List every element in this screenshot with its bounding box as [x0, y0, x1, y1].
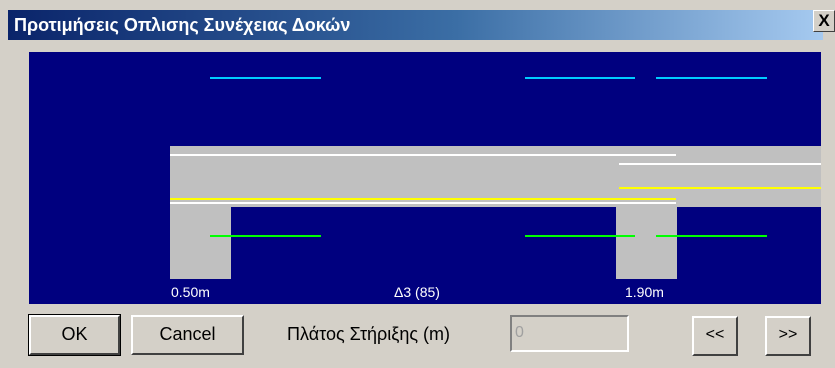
- previous-button[interactable]: <<: [692, 316, 738, 356]
- beam-preview-canvas: 0.50m Δ3 (85) 1.90m: [29, 52, 821, 304]
- next-button[interactable]: >>: [765, 316, 811, 356]
- dialog-window: Προτιμήσεις Οπλισης Συνέχειας Δοκών X 0.…: [0, 0, 835, 368]
- title-bar[interactable]: Προτιμήσεις Οπλισης Συνέχειας Δοκών: [8, 10, 823, 40]
- left-support-width-label: 0.50m: [171, 284, 210, 300]
- left-support: [170, 207, 231, 279]
- support-width-input[interactable]: 0: [510, 315, 629, 352]
- right-support-width-label: 1.90m: [625, 284, 664, 300]
- support-width-label: Πλάτος Στήριξης (m): [287, 324, 451, 344]
- cancel-button[interactable]: Cancel: [131, 315, 244, 355]
- window-title: Προτιμήσεις Οπλισης Συνέχειας Δοκών: [14, 15, 351, 35]
- beam-name-label: Δ3 (85): [394, 284, 440, 300]
- ok-button[interactable]: OK: [28, 314, 121, 356]
- close-button[interactable]: X: [813, 10, 835, 32]
- beam-drawing: [170, 77, 821, 279]
- right-support: [616, 207, 677, 279]
